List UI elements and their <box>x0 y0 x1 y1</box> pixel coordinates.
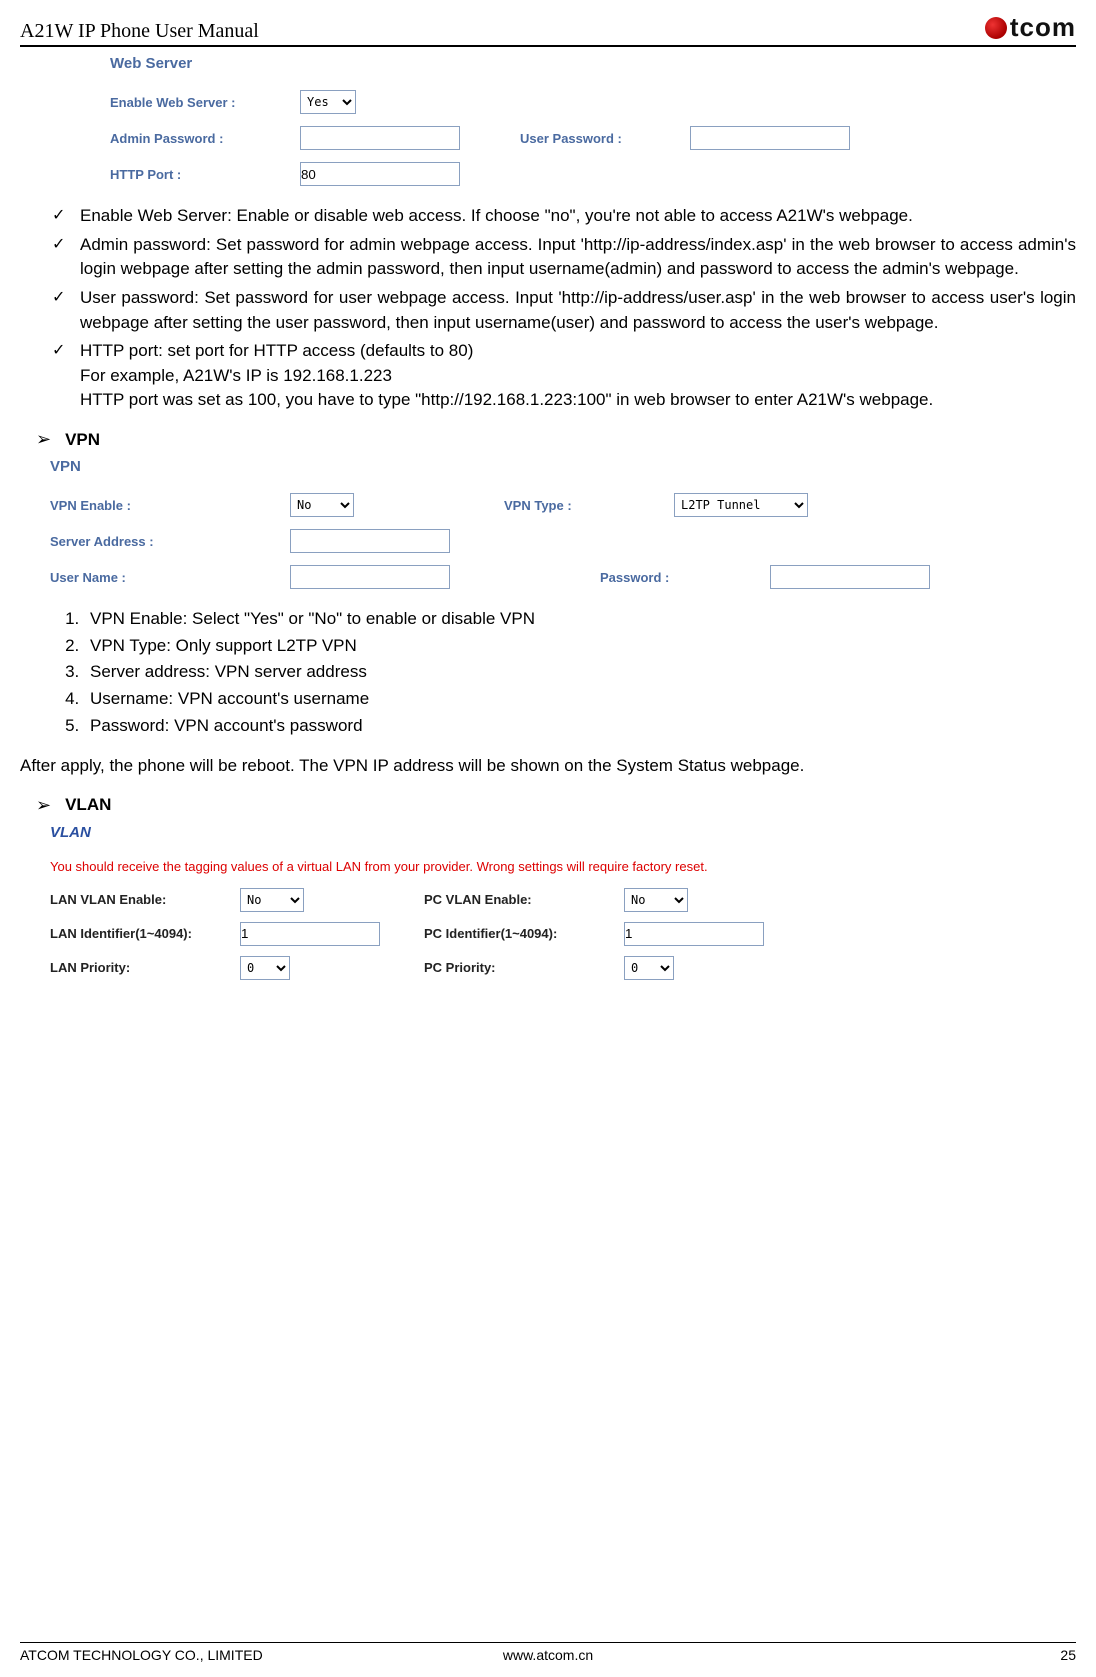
webserver-explanations: Enable Web Server: Enable or disable web… <box>20 204 1076 413</box>
select-enable-web-server[interactable]: Yes <box>300 90 356 114</box>
footer-company: ATCOM TECHNOLOGY CO., LIMITED <box>20 1647 263 1663</box>
vpn-item-5: Password: VPN account's password <box>84 714 1076 739</box>
label-lan-vlan-enable: LAN VLAN Enable: <box>50 892 240 907</box>
vpn-panel-title: VPN <box>50 458 1076 475</box>
label-vpn-password: Password : <box>600 570 770 585</box>
vpn-after-note: After apply, the phone will be reboot. T… <box>20 754 1076 779</box>
brand-text: tcom <box>1010 12 1076 43</box>
arrow-icon: ➢ <box>36 795 51 816</box>
vlan-panel-title: VLAN <box>50 824 1076 841</box>
bullet-admin-password: Admin password: Set password for admin w… <box>58 233 1076 282</box>
input-vpn-user[interactable] <box>290 565 450 589</box>
page-footer: ATCOM TECHNOLOGY CO., LIMITED www.atcom.… <box>20 1642 1076 1663</box>
select-lan-priority[interactable]: 0 <box>240 956 290 980</box>
row-vpn-server: Server Address : <box>50 529 1076 553</box>
label-vpn-enable: VPN Enable : <box>50 498 290 513</box>
select-lan-vlan-enable[interactable]: No <box>240 888 304 912</box>
select-pc-vlan-enable[interactable]: No <box>624 888 688 912</box>
arrow-icon: ➢ <box>36 429 51 450</box>
vlan-section-heading: ➢ VLAN <box>36 795 1076 816</box>
label-vpn-user: User Name : <box>50 570 290 585</box>
select-pc-priority[interactable]: 0 <box>624 956 674 980</box>
row-vpn-user: User Name : Password : <box>50 565 1076 589</box>
label-admin-password: Admin Password : <box>110 131 300 146</box>
bullet-http-port-line1: HTTP port: set port for HTTP access (def… <box>80 341 473 360</box>
input-http-port[interactable] <box>300 162 460 186</box>
vpn-heading-label: VPN <box>65 430 100 450</box>
page-header: A21W IP Phone User Manual tcom <box>20 12 1076 47</box>
bullet-http-port-line2: For example, A21W's IP is 192.168.1.223 <box>80 366 392 385</box>
vpn-item-2: VPN Type: Only support L2TP VPN <box>84 634 1076 659</box>
vlan-panel: VLAN You should receive the tagging valu… <box>50 824 1076 980</box>
input-lan-identifier[interactable] <box>240 922 380 946</box>
label-lan-priority: LAN Priority: <box>50 960 240 975</box>
brand-logo: tcom <box>985 12 1076 43</box>
webserver-title: Web Server <box>110 55 1076 72</box>
bullet-http-port: HTTP port: set port for HTTP access (def… <box>58 339 1076 413</box>
vpn-explanations: VPN Enable: Select "Yes" or "No" to enab… <box>84 607 1076 738</box>
select-vpn-enable[interactable]: No <box>290 493 354 517</box>
doc-title: A21W IP Phone User Manual <box>20 20 259 43</box>
vlan-warning: You should receive the tagging values of… <box>50 859 1076 874</box>
vpn-item-1: VPN Enable: Select "Yes" or "No" to enab… <box>84 607 1076 632</box>
input-admin-password[interactable] <box>300 126 460 150</box>
input-user-password[interactable] <box>690 126 850 150</box>
label-http-port: HTTP Port : <box>110 167 300 182</box>
row-vpn-enable: VPN Enable : No VPN Type : L2TP Tunnel <box>50 493 1076 517</box>
vpn-section-heading: ➢ VPN <box>36 429 1076 450</box>
row-admin-password: Admin Password : User Password : <box>110 126 1076 150</box>
footer-page-number: 25 <box>1060 1647 1076 1663</box>
row-vlan-identifier: LAN Identifier(1~4094): PC Identifier(1~… <box>50 922 1076 946</box>
label-pc-priority: PC Priority: <box>424 960 624 975</box>
vpn-item-4: Username: VPN account's username <box>84 687 1076 712</box>
webserver-panel: Web Server Enable Web Server : Yes Admin… <box>110 55 1076 186</box>
label-lan-identifier: LAN Identifier(1~4094): <box>50 926 240 941</box>
input-vpn-server[interactable] <box>290 529 450 553</box>
vlan-heading-label: VLAN <box>65 795 111 815</box>
label-pc-vlan-enable: PC VLAN Enable: <box>424 892 624 907</box>
footer-url: www.atcom.cn <box>503 1647 593 1663</box>
input-vpn-password[interactable] <box>770 565 930 589</box>
bullet-enable-web-server: Enable Web Server: Enable or disable web… <box>58 204 1076 229</box>
row-http-port: HTTP Port : <box>110 162 1076 186</box>
label-vpn-server: Server Address : <box>50 534 290 549</box>
select-vpn-type[interactable]: L2TP Tunnel <box>674 493 808 517</box>
label-pc-identifier: PC Identifier(1~4094): <box>424 926 624 941</box>
label-enable-web-server: Enable Web Server : <box>110 95 300 110</box>
label-vpn-type: VPN Type : <box>504 498 674 513</box>
row-vlan-priority: LAN Priority: 0 PC Priority: 0 <box>50 956 1076 980</box>
vpn-panel: VPN VPN Enable : No VPN Type : L2TP Tunn… <box>50 458 1076 589</box>
row-enable-web-server: Enable Web Server : Yes <box>110 90 1076 114</box>
vpn-item-3: Server address: VPN server address <box>84 660 1076 685</box>
logo-dot-icon <box>985 17 1007 39</box>
row-vlan-enable: LAN VLAN Enable: No PC VLAN Enable: No <box>50 888 1076 912</box>
label-user-password: User Password : <box>520 131 690 146</box>
bullet-http-port-line3: HTTP port was set as 100, you have to ty… <box>80 390 933 409</box>
bullet-user-password: User password: Set password for user web… <box>58 286 1076 335</box>
input-pc-identifier[interactable] <box>624 922 764 946</box>
